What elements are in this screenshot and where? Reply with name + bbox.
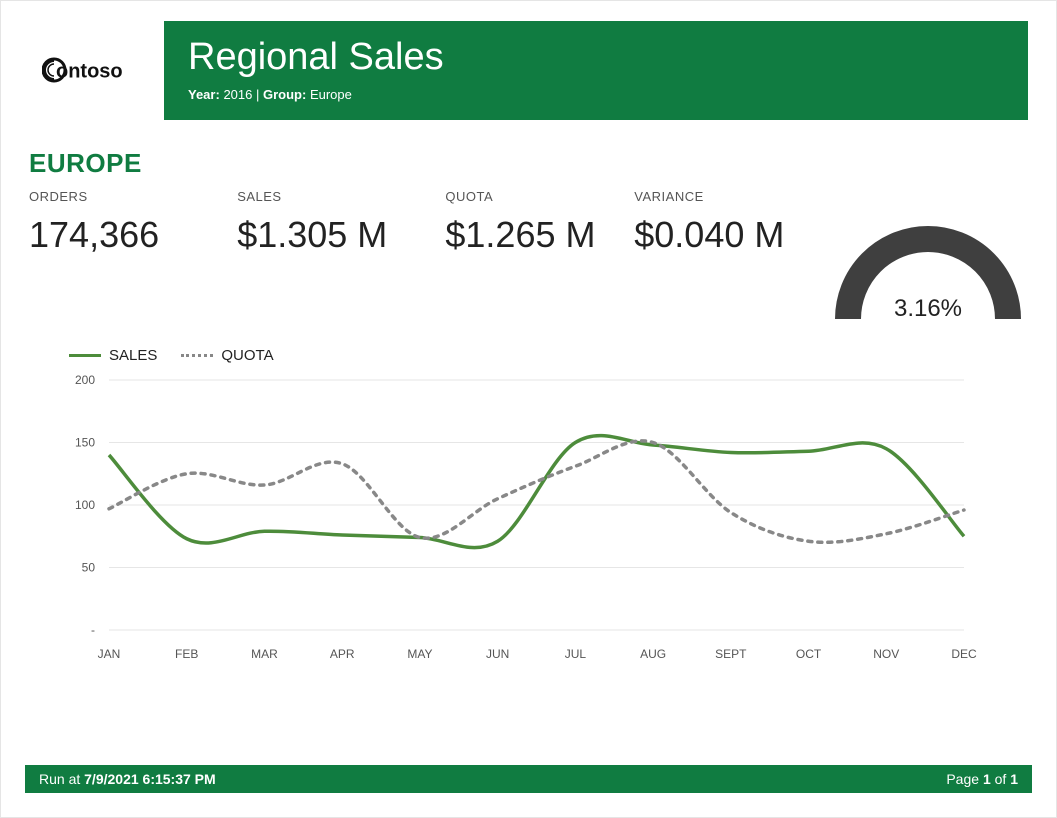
dotted-swatch-icon [181,354,213,357]
group-label: Group: [263,87,306,102]
svg-text:SEPT: SEPT [715,647,747,661]
kpi-orders: ORDERS 174,366 [29,189,217,256]
svg-text:AUG: AUG [640,647,666,661]
year-label: Year: [188,87,220,102]
svg-text:JUL: JUL [565,647,587,661]
kpi-label: VARIANCE [634,189,808,204]
legend-sales: SALES [69,347,157,364]
svg-text:FEB: FEB [175,647,198,661]
svg-text:MAR: MAR [251,647,278,661]
run-timestamp: Run at 7/9/2021 6:15:37 PM [39,771,216,787]
report-title: Regional Sales [188,37,1004,79]
svg-text:200: 200 [75,373,95,387]
page-indicator: Page 1 of 1 [946,771,1018,787]
year-value: 2016 [223,87,252,102]
svg-text:150: 150 [75,435,95,449]
svg-text:OCT: OCT [796,647,822,661]
kpi-value: $0.040 M [634,214,808,256]
legend-label: SALES [109,347,157,364]
svg-text:JAN: JAN [98,647,121,661]
svg-text:APR: APR [330,647,355,661]
kpi-row: ORDERS 174,366 SALES $1.305 M QUOTA $1.2… [29,189,1028,329]
kpi-quota: QUOTA $1.265 M [445,189,614,256]
gauge-value: 3.16% [828,295,1028,323]
kpi-label: QUOTA [445,189,614,204]
variance-gauge: 3.16% [828,219,1028,329]
kpi-value: $1.265 M [445,214,614,256]
kpi-variance: VARIANCE $0.040 M [634,189,808,256]
svg-text:JUN: JUN [486,647,509,661]
svg-text:NOV: NOV [873,647,899,661]
line-swatch-icon [69,354,101,357]
sales-quota-chart: SALES QUOTA - 50 100 150 200 JAN FEB MAR APR MAY J… [29,347,1028,670]
contoso-logo-icon: ontoso [42,45,152,95]
svg-text:DEC: DEC [951,647,977,661]
title-banner: Regional Sales Year: 2016 | Group: Europ… [164,21,1028,120]
line-chart-svg: - 50 100 150 200 JAN FEB MAR APR MAY JUN JUL AUG SEPT… [29,370,994,670]
svg-text:-: - [91,623,95,637]
group-value: Europe [310,87,352,102]
region-heading: EUROPE [29,148,1028,179]
report-header: ontoso Regional Sales Year: 2016 | Group… [29,21,1028,120]
kpi-label: SALES [237,189,425,204]
kpi-sales: SALES $1.305 M [237,189,425,256]
brand-logo: ontoso [29,21,164,120]
chart-legend: SALES QUOTA [69,347,1028,364]
svg-text:MAY: MAY [407,647,432,661]
report-subtitle: Year: 2016 | Group: Europe [188,87,1004,102]
kpi-value: 174,366 [29,214,217,256]
svg-text:50: 50 [82,560,96,574]
kpi-value: $1.305 M [237,214,425,256]
legend-label: QUOTA [221,347,273,364]
legend-quota: QUOTA [181,347,273,364]
svg-text:100: 100 [75,498,95,512]
kpi-label: ORDERS [29,189,217,204]
report-footer: Run at 7/9/2021 6:15:37 PM Page 1 of 1 [25,765,1032,793]
